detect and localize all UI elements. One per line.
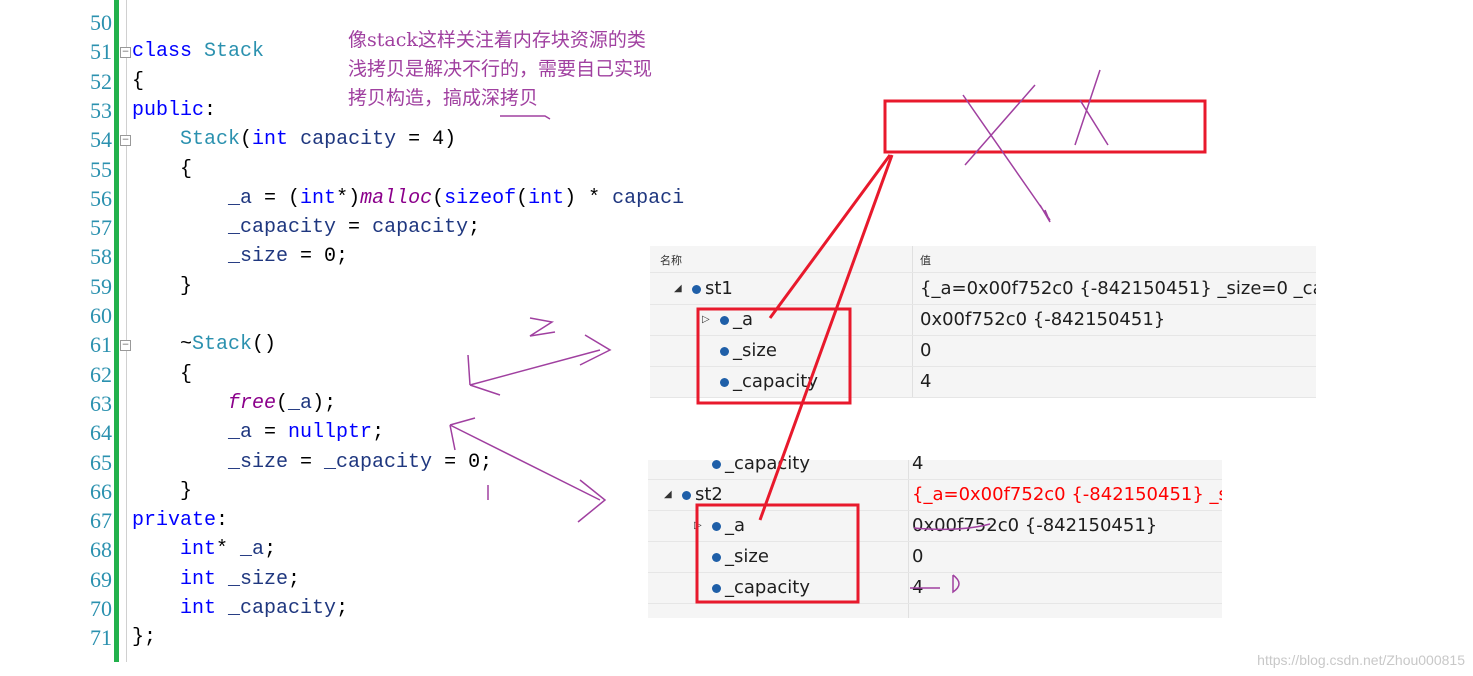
strike-mark <box>910 574 960 594</box>
watermark: https://blog.csdn.net/Zhou000815 <box>1257 652 1465 668</box>
heap-block-box <box>883 99 1207 154</box>
st2-members-box <box>695 503 860 604</box>
pointer-line-st1 <box>768 154 892 319</box>
cross-mark <box>962 94 1051 223</box>
st1-members-box <box>696 307 852 405</box>
double-arrow <box>449 417 607 523</box>
number-2 <box>529 317 556 337</box>
strike-mark <box>913 523 991 531</box>
cross-mark <box>1074 69 1109 146</box>
pointer-line-st2 <box>758 154 894 521</box>
double-arrow <box>467 334 612 396</box>
annotation-overlay <box>449 69 1207 604</box>
underline-mark <box>500 115 551 120</box>
